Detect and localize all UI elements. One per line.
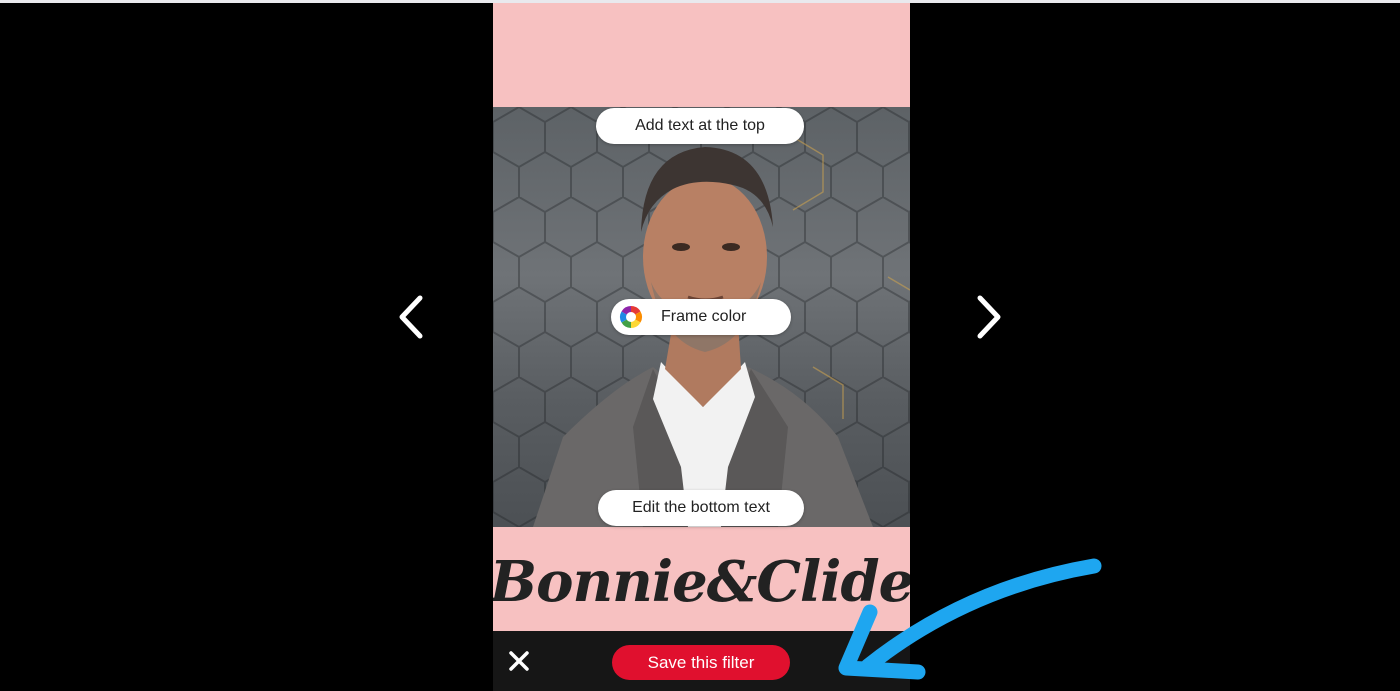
close-icon[interactable] — [507, 649, 531, 673]
frame-color-button[interactable]: Frame color — [611, 299, 791, 335]
chevron-right-icon[interactable] — [974, 292, 1004, 342]
add-top-text-button[interactable]: Add text at the top — [596, 108, 804, 144]
color-wheel-icon — [620, 306, 642, 328]
arrow-annotation — [838, 558, 1102, 680]
chevron-left-icon[interactable] — [396, 292, 426, 342]
save-filter-button[interactable]: Save this filter — [612, 645, 790, 680]
edit-bottom-text-button[interactable]: Edit the bottom text — [598, 490, 804, 526]
frame-color-label: Frame color — [661, 308, 747, 325]
